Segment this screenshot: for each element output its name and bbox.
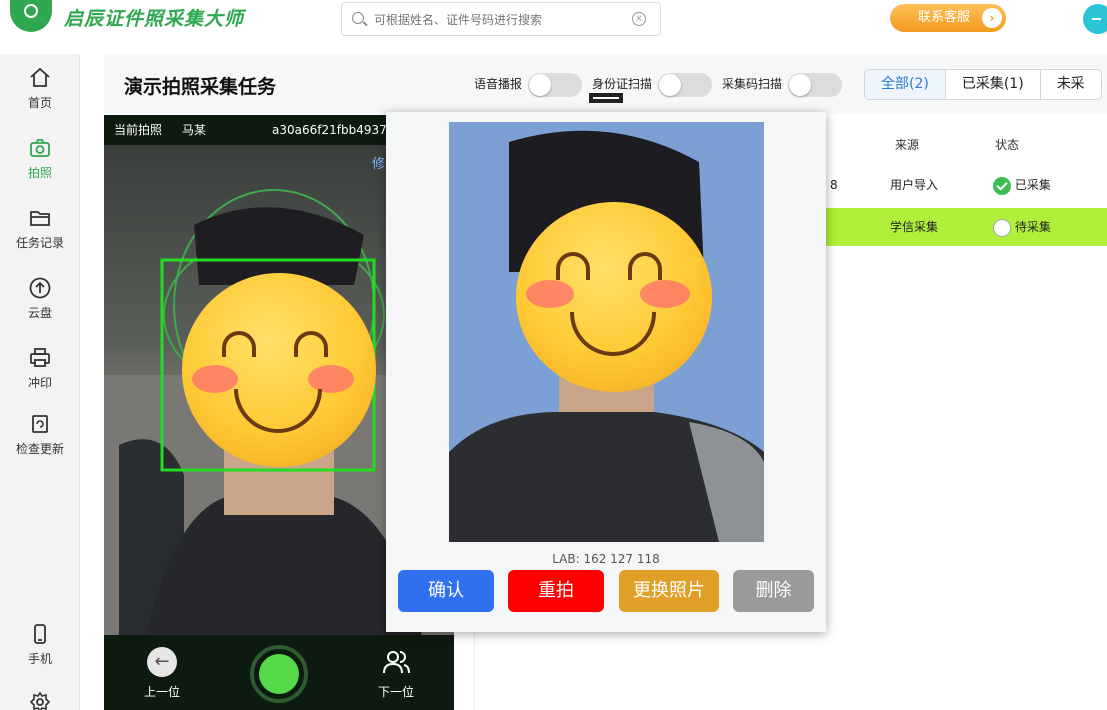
sidebar-item-print[interactable]: 冲印	[0, 346, 80, 391]
printer-icon	[28, 346, 52, 370]
drag-handle[interactable]	[588, 92, 624, 104]
id-card-scan-toggle[interactable]	[657, 72, 712, 97]
sidebar-item-cloud[interactable]: 云盘	[0, 276, 80, 321]
lab-color-readout: LAB: 162 127 118	[552, 552, 660, 566]
retake-button[interactable]: 重拍	[508, 570, 604, 612]
toggle-label: 采集码扫描	[722, 77, 783, 91]
prev-label: 上一位	[143, 685, 180, 699]
sidebar-item-task-records[interactable]: 任务记录	[0, 206, 80, 251]
toggle-label: 身份证扫描	[592, 77, 653, 91]
clear-search-icon[interactable]: ×	[632, 12, 646, 26]
status-text: 已采集	[1014, 178, 1051, 192]
search-icon	[352, 12, 364, 24]
status-text: 待采集	[1014, 220, 1051, 234]
captured-photo	[449, 122, 764, 542]
page-title: 演示拍照采集任务	[124, 76, 277, 98]
tab-collected[interactable]: 已采集(1)	[946, 70, 1041, 99]
edit-link[interactable]: 修	[372, 153, 385, 172]
replace-photo-button[interactable]: 更换照片	[619, 570, 719, 612]
row-cell-source: 学信采集	[890, 220, 939, 234]
row-cell-status: 已采集	[993, 166, 1051, 204]
app-header: 启辰证件照采集大师 × 联系客服 ›	[0, 0, 1107, 54]
next-person-button[interactable]: 下一位	[366, 647, 426, 700]
photo-preview-dialog: LAB: 162 127 118 确认 重拍 更换照片 删除	[386, 112, 826, 632]
sidebar-item-label: 冲印	[27, 376, 52, 390]
sidebar-item-label: 检查更新	[15, 442, 64, 456]
sidebar-item-label: 首页	[27, 96, 52, 110]
row-cell-source: 用户导入	[890, 178, 939, 192]
sidebar-item-settings[interactable]	[0, 690, 80, 710]
confirm-button[interactable]: 确认	[398, 570, 494, 612]
sidebar-item-home[interactable]: 首页	[0, 66, 80, 111]
minimize-icon[interactable]	[1083, 4, 1107, 34]
voice-broadcast-toggle[interactable]	[527, 72, 582, 97]
sidebar-item-label: 云盘	[27, 306, 52, 320]
support-label: 联系客服	[918, 10, 971, 25]
phone-icon	[28, 622, 52, 646]
next-label: 下一位	[377, 685, 414, 699]
face-emoji-icon	[516, 202, 712, 392]
tab-uncollected[interactable]: 未采	[1041, 70, 1101, 99]
folder-icon	[28, 206, 52, 230]
previous-person-button[interactable]: ← 上一位	[132, 647, 192, 700]
sidebar-item-label: 任务记录	[15, 236, 64, 250]
app-logo-icon	[10, 0, 52, 32]
column-header-source: 来源	[895, 138, 920, 152]
shutter-button[interactable]	[250, 645, 308, 703]
delete-button[interactable]: 删除	[733, 570, 814, 612]
column-header-status: 状态	[995, 138, 1020, 152]
check-circle-icon	[993, 176, 1011, 195]
camera-icon	[28, 136, 52, 160]
person-id: a30a66f21fbb4937	[272, 123, 387, 137]
upload-icon	[28, 276, 52, 300]
collect-code-scan-toggle[interactable]	[787, 72, 842, 97]
current-shot-label: 当前拍照	[114, 123, 163, 137]
toggle-label: 语音播报	[474, 77, 523, 91]
empty-circle-icon	[993, 218, 1011, 237]
sidebar-item-camera[interactable]: 拍照	[0, 136, 80, 181]
refresh-icon	[28, 412, 52, 436]
app-title: 启辰证件照采集大师	[64, 8, 245, 30]
filter-tabs: 全部(2) 已采集(1) 未采	[864, 69, 1102, 100]
contact-support-button[interactable]: 联系客服 ›	[890, 4, 1006, 32]
tab-all[interactable]: 全部(2)	[865, 70, 946, 99]
sidebar-item-label: 手机	[27, 652, 52, 666]
users-icon	[381, 647, 411, 677]
row-cell-status: 待采集	[993, 208, 1051, 246]
home-icon	[28, 66, 52, 90]
face-emoji-icon	[182, 273, 376, 467]
sidebar-item-phone[interactable]: 手机	[0, 622, 80, 667]
sidebar: 首页 拍照 任务记录 云盘 冲印 检查更新 手机	[0, 54, 80, 710]
code-scan-toggle-group: 采集码扫描	[722, 72, 842, 97]
person-name: 马某	[182, 123, 207, 137]
arrow-left-icon: ←	[147, 647, 177, 677]
voice-toggle-group: 语音播报	[474, 72, 582, 97]
gear-icon	[28, 690, 52, 710]
row-cell-partial: 8	[830, 178, 838, 192]
search-box[interactable]: ×	[341, 2, 661, 36]
camera-controls: ← 上一位 下一位	[104, 635, 454, 710]
chevron-right-icon: ›	[982, 8, 1002, 28]
task-toolbar: 演示拍照采集任务 语音播报 身份证扫描 采集码扫描 全部(2) 已采集(1) 未…	[104, 54, 1107, 114]
search-input[interactable]	[374, 9, 624, 31]
sidebar-item-check-update[interactable]: 检查更新	[0, 412, 80, 457]
sidebar-item-label: 拍照	[27, 166, 52, 180]
